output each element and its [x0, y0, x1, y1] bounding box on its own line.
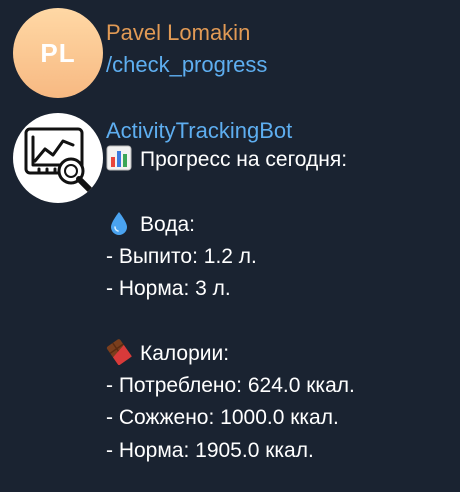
calories-burned: - Сожжено: 1000.0 ккал.	[106, 406, 339, 430]
water-norm: - Норма: 3 л.	[106, 277, 231, 301]
avatar-initials: PL	[40, 37, 76, 68]
command-link[interactable]: /check_progress	[106, 50, 267, 80]
chocolate-bar-emoji-icon	[106, 338, 132, 365]
water-header: Вода:	[140, 212, 195, 236]
calories-header-line: Калории:	[106, 338, 355, 370]
sender-name[interactable]: Pavel Lomakin	[106, 20, 267, 46]
calories-norm: - Норма: 1905.0 ккал.	[106, 438, 314, 462]
calories-consumed: - Потреблено: 624.0 ккал.	[106, 374, 355, 398]
bar-chart-emoji-icon	[106, 145, 132, 171]
progress-title: Прогресс на сегодня:	[140, 148, 348, 171]
water-drop-emoji-icon	[111, 211, 127, 235]
avatar-activity-bot[interactable]	[13, 113, 103, 203]
calories-header: Калории:	[140, 341, 230, 365]
avatar-pavel-lomakin[interactable]: PL	[13, 8, 103, 98]
progress-title-line: Прогресс на сегодня:	[106, 144, 355, 176]
chart-magnifier-icon	[24, 127, 93, 193]
message-pavel: Pavel Lomakin /check_progress	[106, 20, 267, 80]
water-drunk: - Выпито: 1.2 л.	[106, 244, 257, 268]
sender-name[interactable]: ActivityTrackingBot	[106, 118, 355, 144]
message-bot: ActivityTrackingBot Прогресс на сегодня:…	[106, 118, 355, 467]
water-header-line: Вода:	[106, 209, 355, 241]
